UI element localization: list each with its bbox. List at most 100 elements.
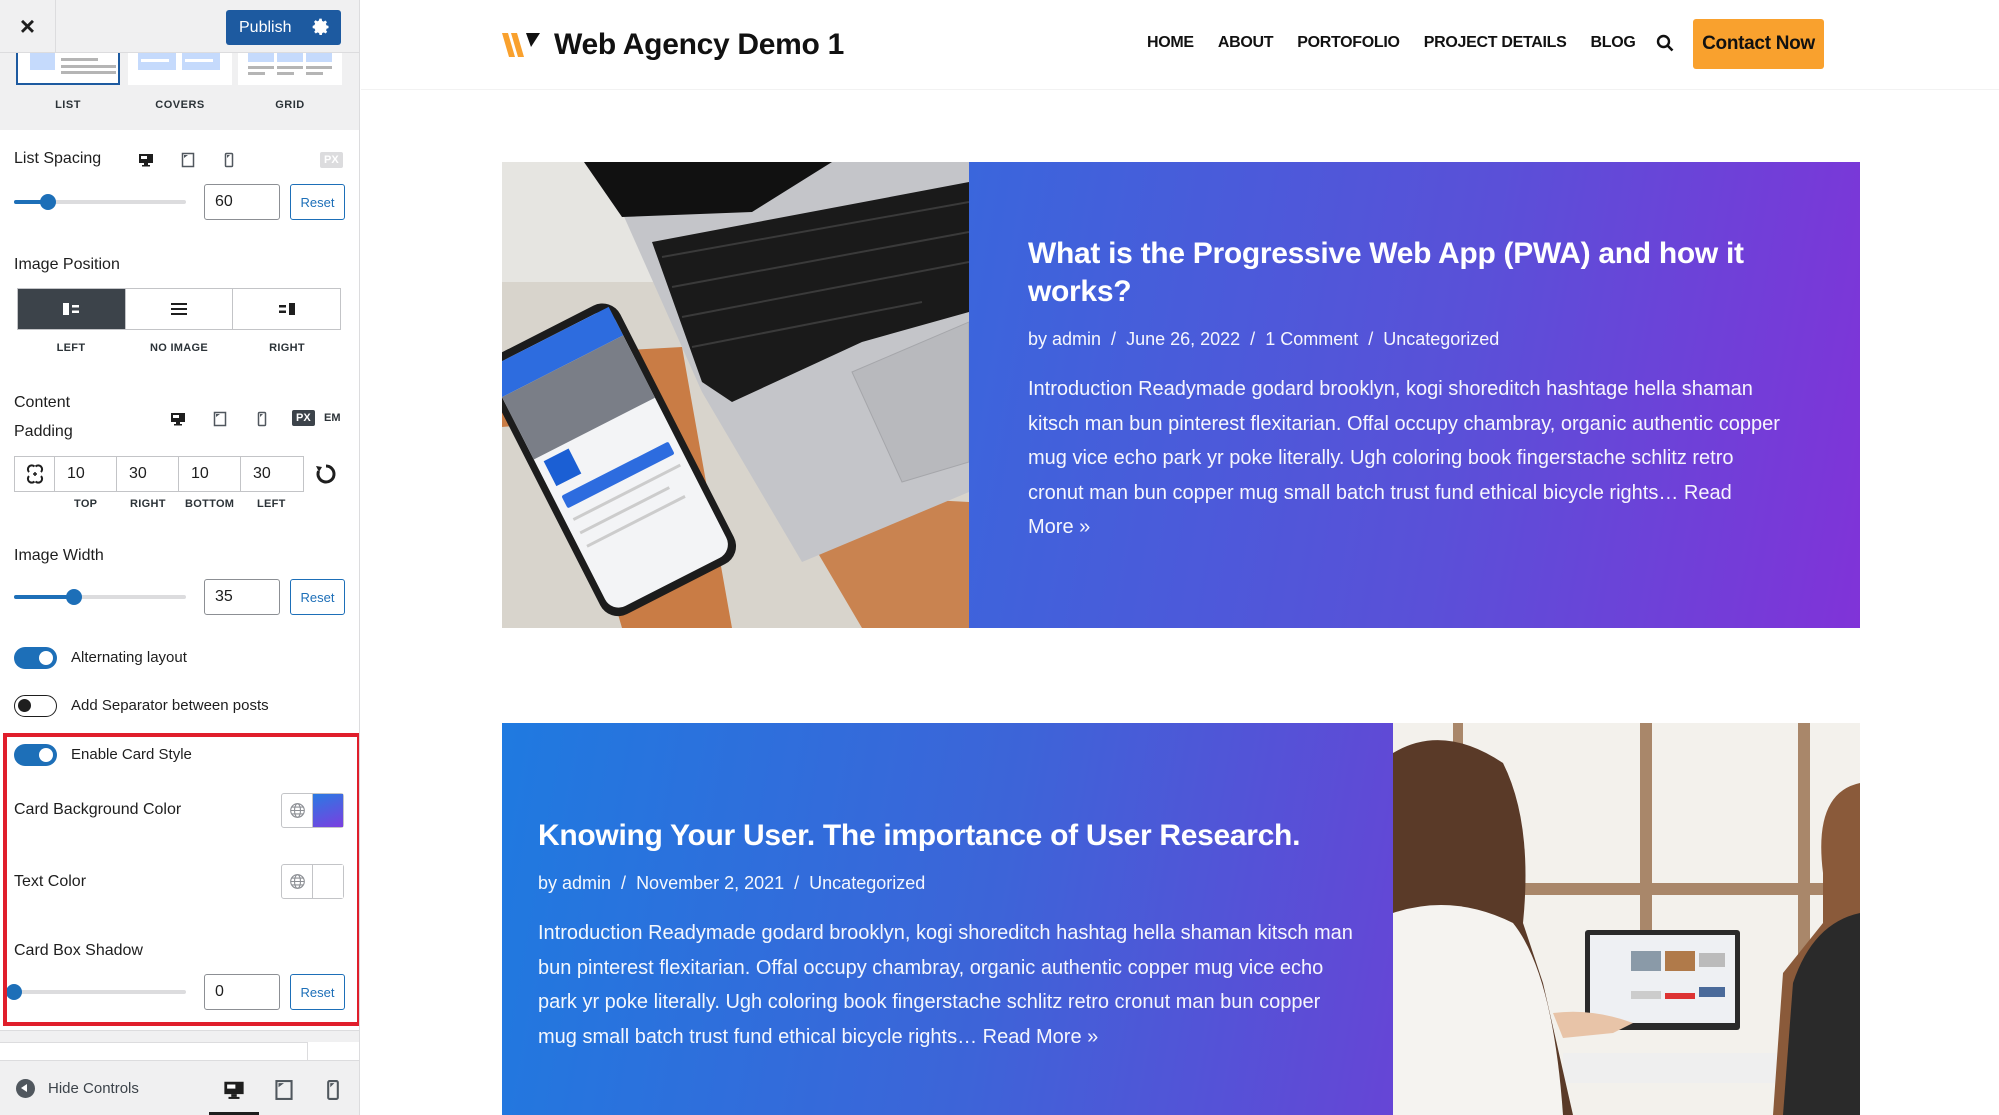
mobile-icon[interactable] xyxy=(221,152,237,168)
unit-px-button[interactable]: PX xyxy=(292,410,315,426)
site-logo[interactable]: Web Agency Demo 1 xyxy=(502,28,844,62)
mobile-icon[interactable] xyxy=(254,411,270,427)
post-category[interactable]: Uncategorized xyxy=(809,873,925,893)
card-box-shadow-input[interactable]: 0 xyxy=(204,974,280,1010)
position-label: LEFT xyxy=(56,342,86,354)
unlink-icon xyxy=(26,464,43,484)
customizer-footer: Hide Controls xyxy=(0,1060,359,1115)
post-comments[interactable]: 1 Comment xyxy=(1265,329,1358,349)
logo-icon xyxy=(502,33,540,57)
reset-padding-icon[interactable] xyxy=(314,462,338,486)
nav-home[interactable]: HOME xyxy=(1147,34,1194,52)
alternating-layout-toggle[interactable] xyxy=(14,647,57,669)
tablet-icon[interactable] xyxy=(212,411,228,427)
site-preview: Web Agency Demo 1 HOME ABOUT PORTOFOLIO … xyxy=(361,0,1999,1115)
nav-blog[interactable]: BLOG xyxy=(1590,34,1635,52)
card-style-toggle[interactable] xyxy=(14,744,57,766)
contact-now-button[interactable]: Contact Now xyxy=(1693,19,1824,69)
desktop-icon[interactable] xyxy=(170,411,186,427)
meta-separator: / xyxy=(794,873,800,893)
padding-top-input[interactable]: 10 xyxy=(55,457,117,491)
gear-icon[interactable] xyxy=(311,17,331,37)
image-position-right-button[interactable] xyxy=(233,289,341,329)
padding-side-label: RIGHT xyxy=(130,498,166,510)
image-position-none-button[interactable] xyxy=(125,289,234,329)
post-excerpt: Introduction Readymade godard brooklyn, … xyxy=(1028,372,1780,545)
post-title[interactable]: What is the Progressive Web App (PWA) an… xyxy=(1028,235,1780,311)
close-icon: × xyxy=(19,11,36,41)
card-bg-color-label: Card Background Color xyxy=(14,801,182,818)
post-author[interactable]: by admin xyxy=(538,873,611,893)
customizer-sidebar: × Publish LIST COVERS GRID List Spacing … xyxy=(0,0,360,1115)
post-title[interactable]: Knowing Your User. The importance of Use… xyxy=(538,817,1353,855)
section-edge xyxy=(0,1042,308,1060)
nav-portfolio[interactable]: PORTOFOLIO xyxy=(1297,34,1400,52)
image-position-selector xyxy=(17,288,341,330)
content-padding-label-line2: Padding xyxy=(14,423,73,440)
slider-handle[interactable] xyxy=(40,194,57,210)
card-style-label: Enable Card Style xyxy=(71,746,192,763)
close-customizer-button[interactable]: × xyxy=(0,0,56,53)
list-spacing-reset-button[interactable]: Reset xyxy=(290,184,345,220)
padding-left-input[interactable]: 30 xyxy=(241,457,303,491)
image-position-labels: LEFT NO IMAGE RIGHT xyxy=(17,342,341,354)
color-swatch[interactable] xyxy=(313,865,343,898)
section-divider xyxy=(0,1030,359,1042)
image-width-reset-button[interactable]: Reset xyxy=(290,579,345,615)
tablet-icon[interactable] xyxy=(180,152,196,168)
list-spacing-slider[interactable] xyxy=(14,194,186,210)
padding-bottom-input[interactable]: 10 xyxy=(179,457,241,491)
slider-handle[interactable] xyxy=(6,984,22,1000)
slider-fill xyxy=(14,595,75,599)
post-text-wrapper: Knowing Your User. The importance of Use… xyxy=(538,817,1353,1054)
read-more-link[interactable]: Read More » xyxy=(983,1026,1099,1048)
post-author[interactable]: by admin xyxy=(1028,329,1101,349)
image-width-slider[interactable] xyxy=(14,589,186,605)
padding-side-label: LEFT xyxy=(257,498,286,510)
card-box-shadow-slider[interactable] xyxy=(6,984,186,1000)
site-header: Web Agency Demo 1 HOME ABOUT PORTOFOLIO … xyxy=(361,0,1999,90)
post-content: What is the Progressive Web App (PWA) an… xyxy=(969,162,1860,628)
list-spacing-input[interactable]: 60 xyxy=(204,184,280,220)
color-swatch[interactable] xyxy=(313,794,343,827)
padding-right-input[interactable]: 30 xyxy=(117,457,179,491)
card-bg-color-picker[interactable] xyxy=(281,793,344,828)
layout-option-grid[interactable]: GRID xyxy=(238,53,342,111)
align-right-icon xyxy=(278,303,295,315)
meta-separator: / xyxy=(1111,329,1117,349)
position-label: RIGHT xyxy=(269,342,305,354)
image-position-left-button[interactable] xyxy=(18,289,126,329)
text-color-picker[interactable] xyxy=(281,864,344,899)
image-width-input[interactable]: 35 xyxy=(204,579,280,615)
search-icon[interactable] xyxy=(1656,34,1674,52)
post-category[interactable]: Uncategorized xyxy=(1383,329,1499,349)
layout-option-list[interactable]: LIST xyxy=(16,53,120,111)
post-image-laptop-phone[interactable] xyxy=(502,162,969,628)
image-position-label: Image Position xyxy=(14,256,120,273)
publish-label: Publish xyxy=(239,18,292,36)
collapse-icon xyxy=(16,1079,35,1098)
layout-label: LIST xyxy=(55,99,81,111)
padding-side-label: TOP xyxy=(74,498,98,510)
globe-icon xyxy=(289,803,305,818)
preview-tablet-icon[interactable] xyxy=(273,1079,295,1101)
post-date[interactable]: November 2, 2021 xyxy=(636,873,784,893)
publish-button[interactable]: Publish xyxy=(226,10,341,45)
desktop-icon[interactable] xyxy=(138,152,154,168)
global-color-button[interactable] xyxy=(282,794,313,827)
image-width-label: Image Width xyxy=(14,547,104,564)
unlink-values-button[interactable] xyxy=(15,457,55,491)
preview-desktop-icon[interactable] xyxy=(223,1079,245,1101)
layout-option-covers[interactable]: COVERS xyxy=(128,53,232,111)
card-box-shadow-label: Card Box Shadow xyxy=(14,942,143,959)
nav-about[interactable]: ABOUT xyxy=(1218,34,1274,52)
global-color-button[interactable] xyxy=(282,865,313,898)
separator-toggle[interactable] xyxy=(14,695,57,717)
preview-mobile-icon[interactable] xyxy=(322,1079,344,1101)
post-date[interactable]: June 26, 2022 xyxy=(1126,329,1240,349)
post-image-women-laptop[interactable] xyxy=(1393,723,1860,1115)
hide-controls-button[interactable]: Hide Controls xyxy=(16,1079,139,1098)
nav-project-details[interactable]: PROJECT DETAILS xyxy=(1424,34,1567,52)
card-box-shadow-reset-button[interactable]: Reset xyxy=(290,974,345,1010)
unit-em-button[interactable]: EM xyxy=(320,410,345,426)
